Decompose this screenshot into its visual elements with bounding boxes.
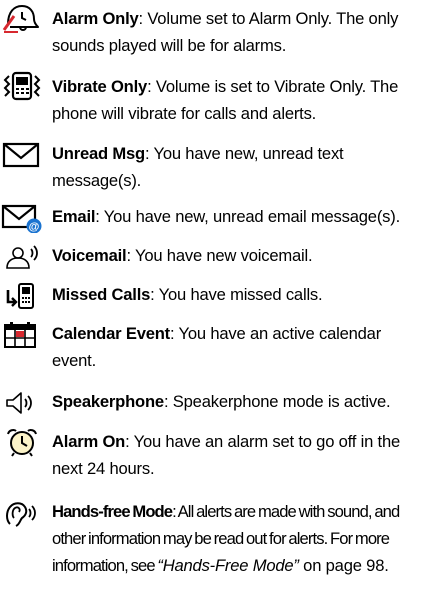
item-term: Alarm Only	[52, 9, 139, 28]
item-text: Missed Calls: You have missed calls.	[52, 281, 424, 308]
item-text: Speakerphone: Speakerphone mode is activ…	[52, 388, 424, 415]
item-text: Hands-free Mode: All alerts are made wit…	[52, 498, 424, 579]
item-text: Alarm On: You have an alarm set to go of…	[52, 428, 424, 482]
missed-calls-icon	[0, 280, 44, 312]
email-icon: @	[0, 201, 44, 233]
item-term: Voicemail	[52, 246, 127, 265]
item-desc: : You have new voicemail.	[126, 246, 313, 265]
item-desc: : You have new, unread email message(s).	[95, 207, 400, 226]
item-term: Unread Msg	[52, 144, 145, 163]
item-text: Calendar Event: You have an active calen…	[52, 320, 424, 374]
svg-text:@: @	[29, 221, 40, 233]
envelope-icon	[0, 138, 44, 170]
alarm-clock-icon	[0, 426, 44, 458]
item-term: Speakerphone	[52, 392, 164, 411]
item-desc: : Speakerphone mode is active.	[163, 392, 391, 411]
calendar-icon	[0, 319, 44, 351]
voicemail-icon	[0, 241, 44, 273]
item-term: Hands-free Mode	[52, 502, 173, 521]
item-text: Vibrate Only: Volume is set to Vibrate O…	[52, 73, 424, 127]
cross-reference-link[interactable]: “Hands-Free Mode”	[157, 556, 299, 575]
alarm-only-icon	[0, 2, 44, 34]
item-term: Email	[52, 207, 96, 226]
item-desc: : You have missed calls.	[150, 285, 323, 304]
item-term: Missed Calls	[52, 285, 151, 304]
item-desc-after: on page 98.	[298, 556, 389, 575]
item-text: Unread Msg: You have new, unread text me…	[52, 140, 424, 194]
hands-free-icon	[0, 498, 44, 530]
item-text: Email: You have new, unread email messag…	[52, 203, 424, 230]
item-text: Alarm Only: Volume set to Alarm Only. Th…	[52, 5, 424, 59]
item-text: Voicemail: You have new voicemail.	[52, 242, 424, 269]
item-term: Alarm On	[52, 432, 126, 451]
item-term: Vibrate Only	[52, 77, 148, 96]
speaker-icon	[0, 387, 44, 419]
item-term: Calendar Event	[52, 324, 171, 343]
vibrate-only-icon	[0, 70, 44, 102]
